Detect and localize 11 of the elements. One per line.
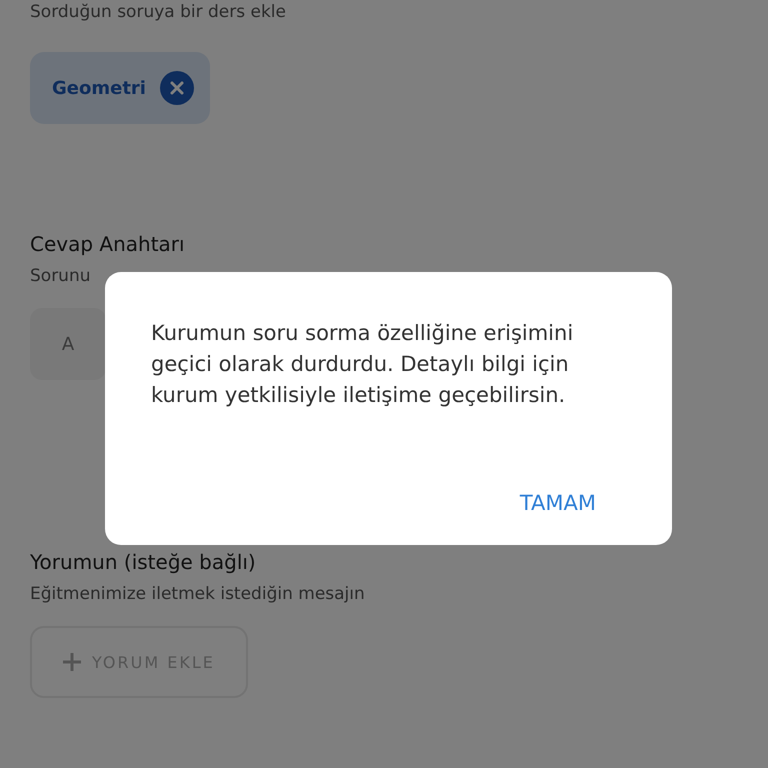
answer-option[interactable]: A <box>30 308 106 380</box>
section-title: Yorumun (isteğe bağlı) <box>30 550 257 574</box>
ok-button[interactable]: TAMAM <box>520 491 632 515</box>
dialog-message: Kurumun soru sorma özelliğine erişimini geçici olarak durdurdu. Detaylı bilgi için kurum yetkilisiyle iletişime geçebilirsin. <box>151 320 574 409</box>
hint-text: Sorunu <box>30 266 92 286</box>
hint-text: Sorduğun soruya bir ders ekle <box>30 2 287 22</box>
plus-icon <box>62 652 82 672</box>
section-title: Cevap Anahtarı <box>30 232 186 256</box>
chip-label: Geometri <box>52 78 146 98</box>
remove-icon[interactable] <box>160 71 194 105</box>
hint-text: Eğitmenimize iletmek istediğin mesajın <box>30 584 366 604</box>
